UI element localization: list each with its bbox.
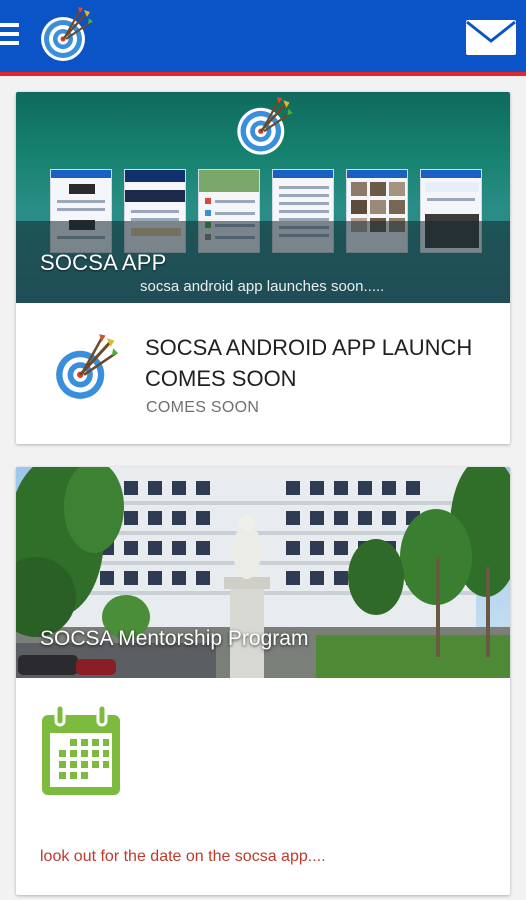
menu-icon-line [0,32,19,36]
app-bar [0,0,526,76]
news-card-app-launch[interactable]: SOCSA APP socsa android app launches soo… [16,92,510,444]
calendar-icon [42,703,120,795]
mail-icon[interactable] [465,17,517,57]
banner-title: SOCSA Mentorship Program [40,627,309,650]
banner-title: SOCSA APP [40,250,167,275]
news-card-mentorship[interactable]: SOCSA Mentorship Program look out for th… [16,467,510,895]
banner-image: SOCSA APP socsa android app launches soo… [16,92,510,303]
banner-subtitle: socsa android app launches soon..... [140,278,385,295]
menu-icon-line [0,41,19,45]
socsa-logo-icon[interactable] [36,6,96,66]
card-body: SOCSA ANDROID APP LAUNCH COMES SOON COME… [16,303,510,444]
menu-button[interactable] [0,20,22,50]
event-note: look out for the date on the socsa app..… [40,848,326,865]
banner-image: SOCSA Mentorship Program [16,467,510,678]
menu-icon-line [0,23,19,27]
news-headline: SOCSA ANDROID APP LAUNCH COMES SOON [145,335,473,391]
socsa-logo-icon [237,97,293,155]
news-subheading: COMES SOON [146,399,260,416]
socsa-logo-icon [52,334,119,403]
